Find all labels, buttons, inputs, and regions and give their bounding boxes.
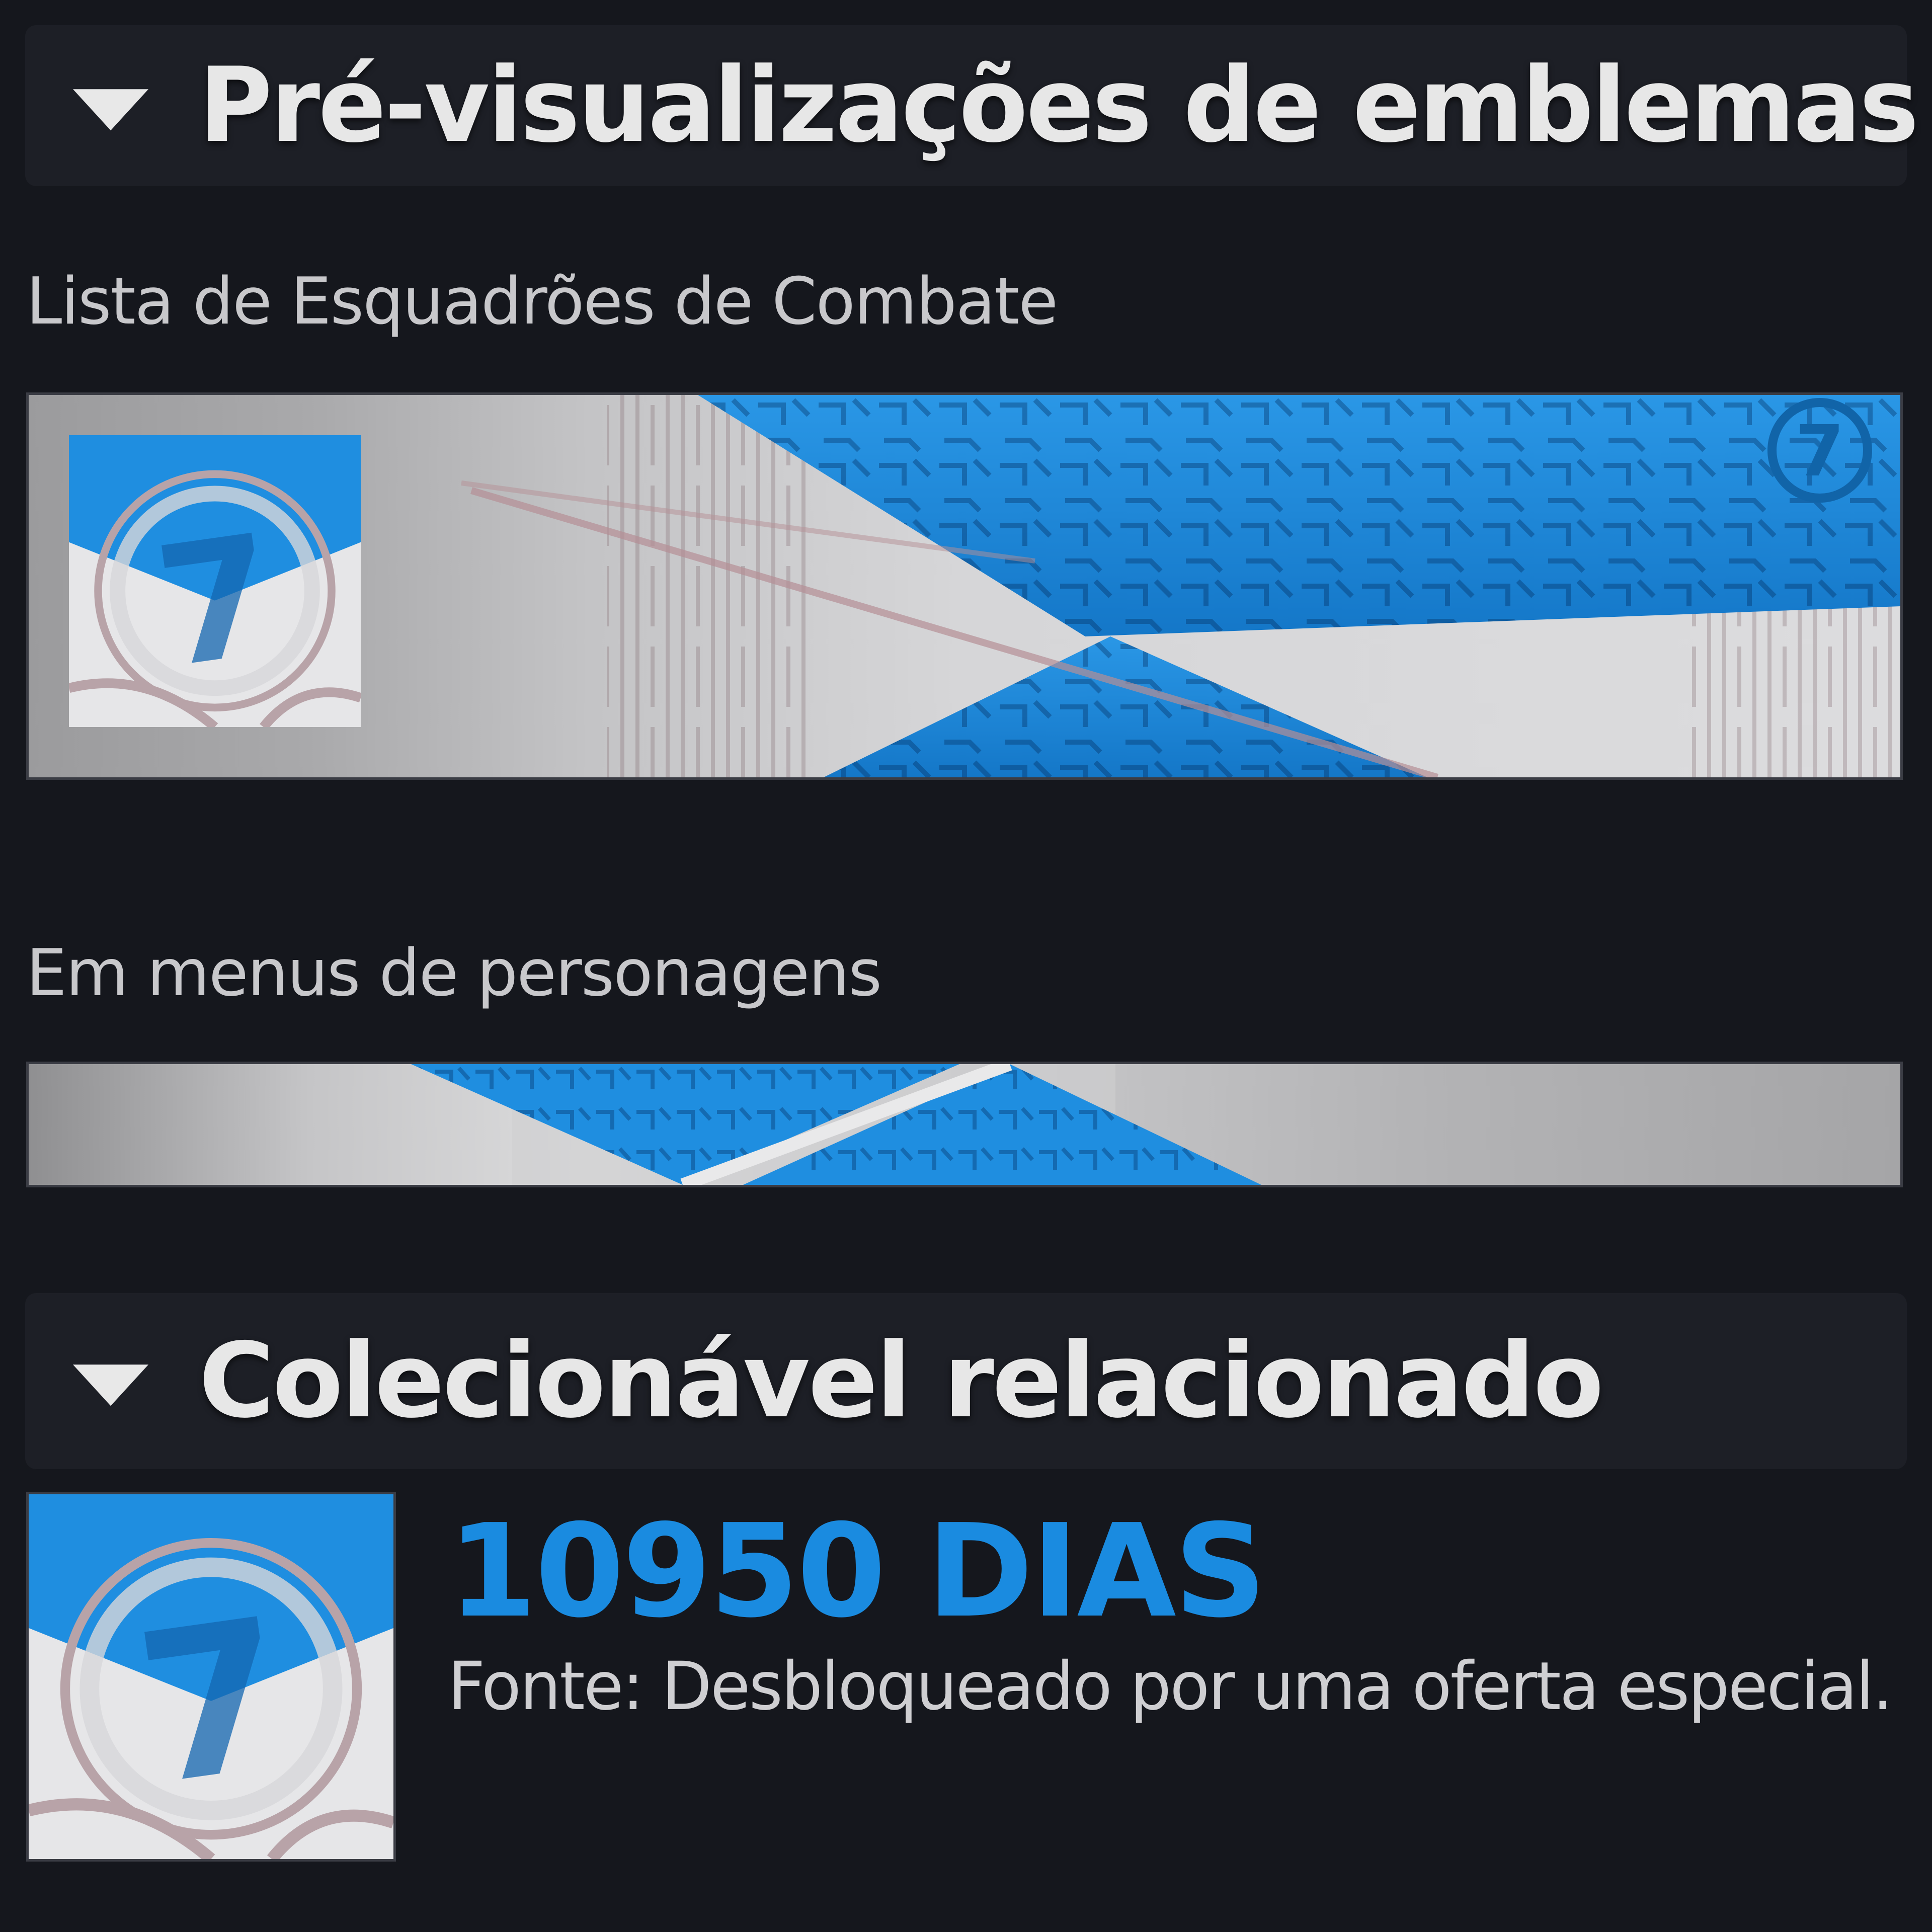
character-menu-emblem-banner [26,1062,1903,1187]
emblem-strip-art [29,1064,1900,1185]
squad-list-emblem-banner: 7 7 [26,392,1903,780]
related-collectible-header[interactable]: Colecionável relacionado [25,1293,1907,1469]
caret-down-icon[interactable] [73,1364,148,1406]
svg-text:7: 7 [1795,411,1844,493]
collectible-emblem-icon[interactable]: 7 [26,1492,396,1862]
collectible-name[interactable]: 10950 DIAS [448,1497,1266,1646]
emblem-seven-icon: 7 [29,1494,393,1859]
emblem-previews-title: Pré-visualizações de emblemas [199,46,1919,166]
emblem-icon-small: 7 [69,435,361,727]
squad-list-label: Lista de Esquadrões de Combate [26,264,1058,339]
related-collectible-title: Colecionável relacionado [199,1321,1604,1441]
collectible-source: Fonte: Desbloqueado por uma oferta espec… [448,1648,1893,1725]
character-menu-label: Em menus de personagens [26,936,882,1011]
emblem-detail-page: Pré-visualizações de emblemas Lista de E… [0,0,1932,1932]
caret-down-icon[interactable] [73,89,148,131]
emblem-seven-icon: 7 [69,435,361,727]
emblem-previews-header[interactable]: Pré-visualizações de emblemas [25,25,1919,186]
